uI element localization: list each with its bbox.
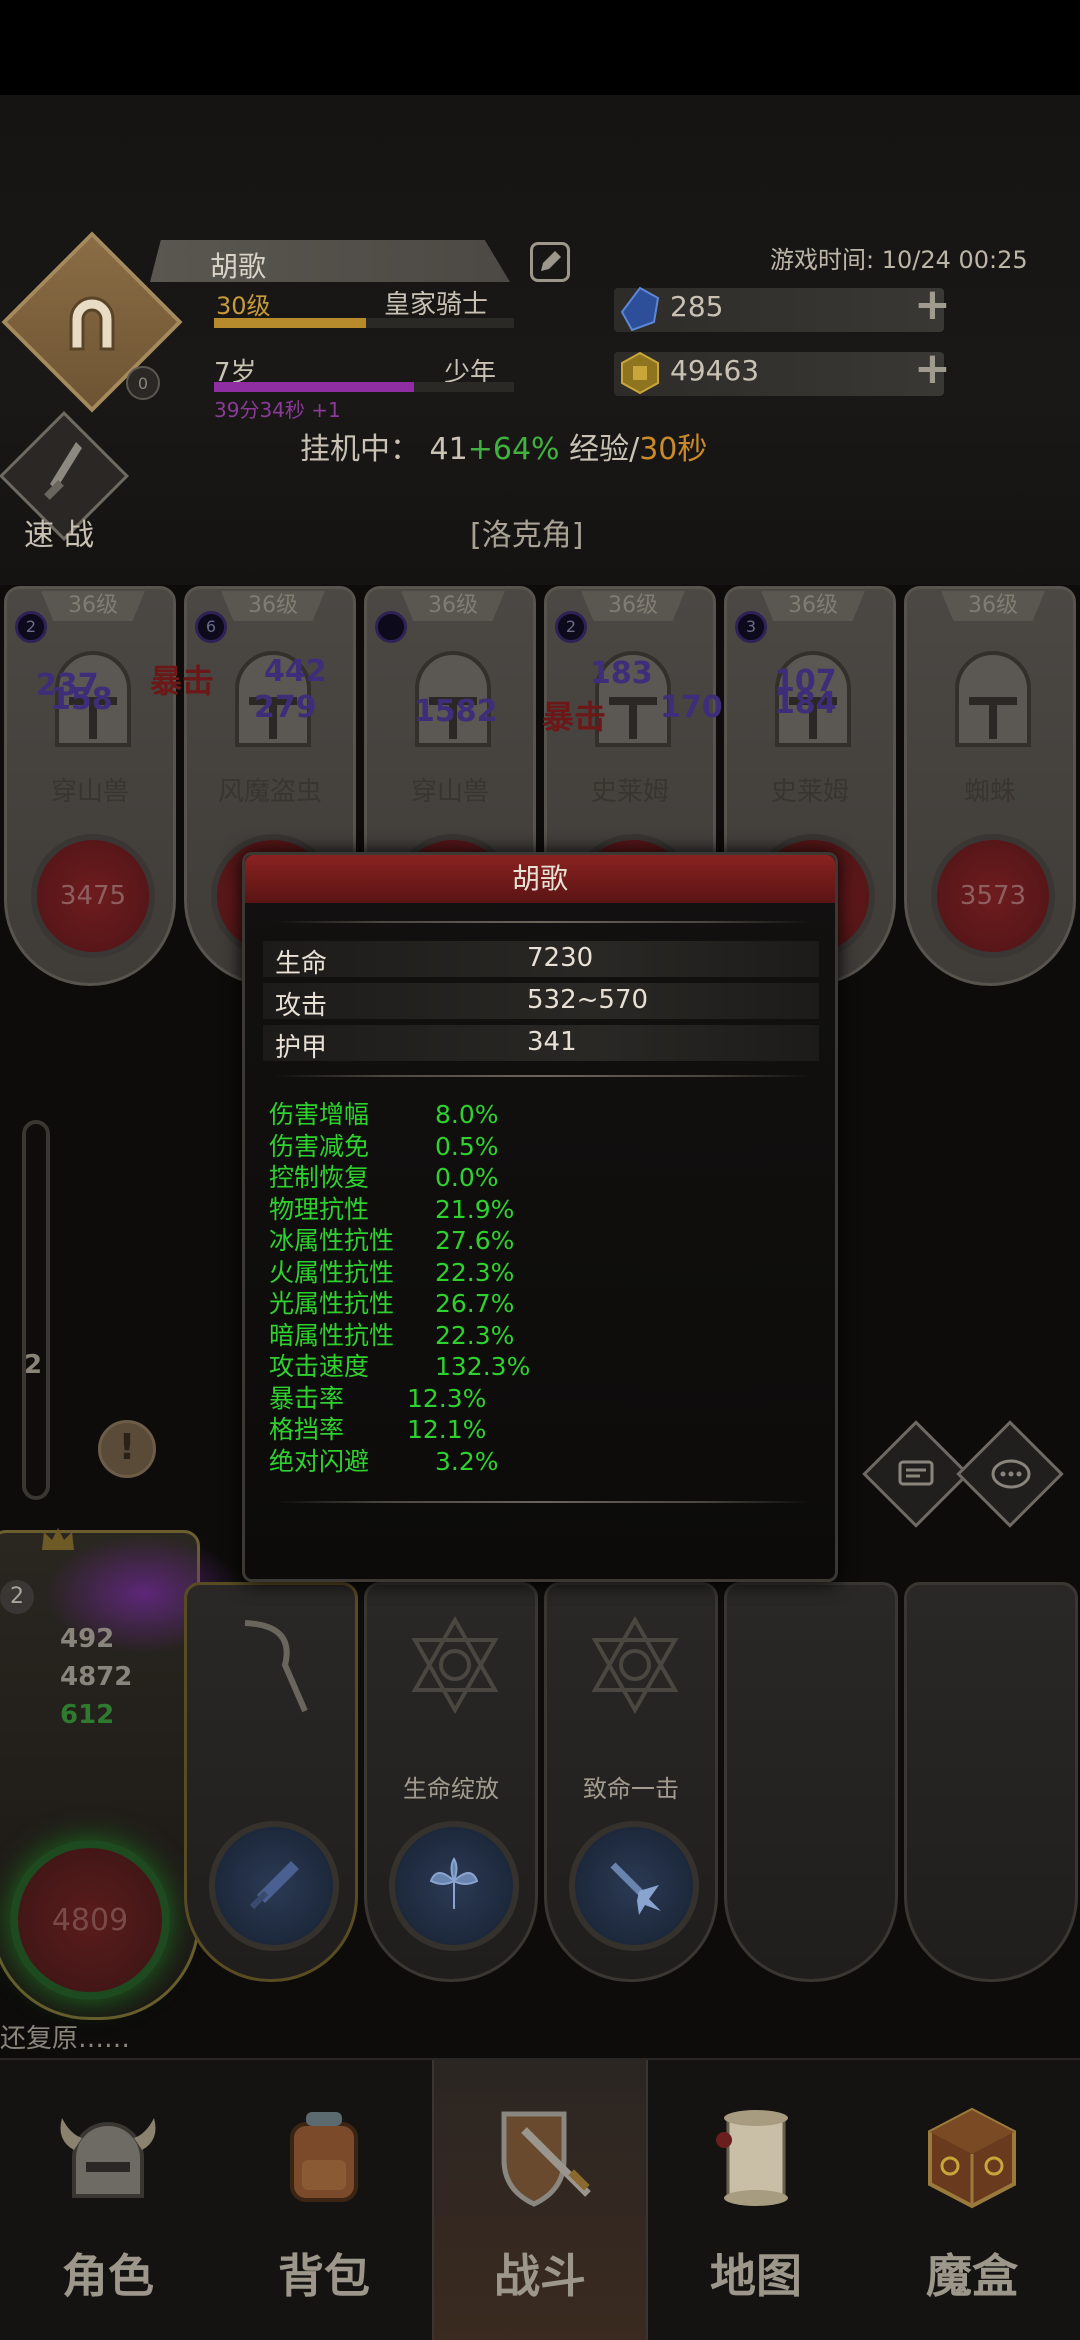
sub-stat-row: 光属性抗性 26.7% [269,1288,530,1320]
character-stats-popup[interactable]: 胡歌 生命 7230 攻击 532~570 护甲 341 伤害增幅 8.0% 伤害… [242,852,838,1582]
secondary-stats-list: 伤害增幅 8.0% 伤害减免 0.5% 控制恢复 0.0% 物理抗性 21.9% 冰属性… [269,1099,530,1477]
divider [275,1075,811,1077]
sub-stat-value: 26.7% [435,1289,515,1318]
stat-label: 护甲 [275,1033,328,1063]
sub-stat-row: 物理抗性 21.9% [269,1194,530,1226]
popup-title: 胡歌 [245,855,835,903]
sub-stat-row: 伤害减免 0.5% [269,1131,530,1163]
stat-row: 护甲 341 [263,1025,819,1063]
sub-stat-value: 12.3% [407,1383,487,1413]
sub-stat-label: 冰属性抗性 [269,1226,395,1255]
sub-stat-value: 8.0% [435,1100,499,1129]
sub-stat-label: 伤害减免 [269,1131,370,1161]
sub-stat-row: 伤害增幅 8.0% [269,1099,530,1131]
sub-stat-value: 12.1% [407,1415,487,1444]
sub-stat-label: 攻击速度 [269,1352,370,1381]
sub-stat-row: 暗属性抗性 22.3% [269,1320,530,1352]
sub-stat-row: 暴击率 12.3% [269,1383,530,1415]
sub-stat-value: 132.3% [435,1352,531,1381]
sub-stat-value: 22.3% [435,1257,515,1287]
sub-stat-value: 27.6% [435,1226,515,1255]
stat-value: 7230 [527,943,594,973]
sub-stat-value: 0.5% [435,1131,499,1161]
sub-stat-value: 22.3% [435,1320,515,1350]
sub-stat-label: 绝对闪避 [269,1446,370,1476]
game-screen: 0 胡歌 30级 皇家骑士 7岁 少年 39分34秒 +1 游戏时间: 10/2… [0,0,1080,2340]
sub-stat-row: 绝对闪避 3.2% [269,1446,530,1478]
divider [275,921,811,923]
divider [275,1501,811,1503]
sub-stat-row: 冰属性抗性 27.6% [269,1225,530,1257]
sub-stat-label: 光属性抗性 [269,1289,395,1318]
stat-label: 攻击 [275,991,328,1021]
sub-stat-value: 0.0% [435,1163,499,1192]
stat-label: 生命 [275,949,328,979]
sub-stat-row: 格挡率 12.1% [269,1414,530,1446]
sub-stat-label: 物理抗性 [269,1194,370,1224]
sub-stat-label: 火属性抗性 [269,1257,395,1287]
sub-stat-label: 控制恢复 [269,1163,370,1192]
sub-stat-label: 暴击率 [269,1383,345,1413]
stat-value: 341 [527,1027,577,1057]
stat-row: 攻击 532~570 [263,983,819,1021]
sub-stat-label: 伤害增幅 [269,1100,370,1129]
stat-value: 532~570 [527,985,649,1015]
stat-row: 生命 7230 [263,941,819,979]
sub-stat-label: 格挡率 [269,1415,345,1444]
sub-stat-row: 控制恢复 0.0% [269,1162,530,1194]
sub-stat-value: 3.2% [435,1446,499,1476]
sub-stat-row: 火属性抗性 22.3% [269,1257,530,1289]
sub-stat-value: 21.9% [435,1194,515,1224]
sub-stat-row: 攻击速度 132.3% [269,1351,530,1383]
sub-stat-label: 暗属性抗性 [269,1320,395,1350]
